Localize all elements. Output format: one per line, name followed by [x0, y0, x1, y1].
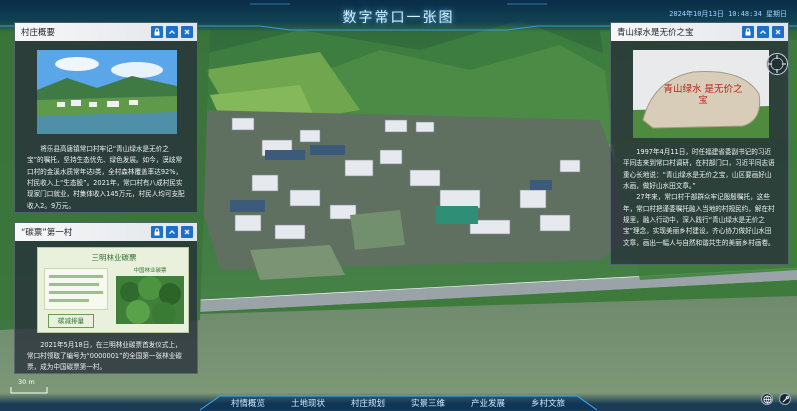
scale-label: 30 m — [18, 378, 35, 386]
panel-title: 青山绿水是无价之宝 — [617, 28, 694, 38]
collapse-button[interactable] — [757, 26, 769, 38]
collapse-button[interactable] — [166, 226, 178, 238]
nav-village-planning[interactable]: 村庄规划 — [338, 397, 398, 411]
village-overview-text: 将乐县高唐镇常口村牢记“青山绿水是无价之宝”的嘱托，坚持生态优先、绿色发展。如今… — [27, 145, 185, 210]
bottom-nav: 村情概览 土地现状 村庄规划 实景三维 产业发展 乡村文旅 — [218, 397, 578, 411]
nav-industry-development[interactable]: 产业发展 — [458, 397, 518, 411]
village-photo — [37, 50, 177, 134]
carbon-ticket-panel: “碳票”第一村 三明林业碳票 中国林业碳票 碳减排量 2021年5月18日，在三… — [14, 222, 198, 374]
panel-body: 1997年4月11日，时任福建省委副书记的习近平同志来到常口村调研，在村部门口，… — [611, 144, 788, 264]
close-button[interactable] — [181, 226, 193, 238]
carbon-ticket-image: 三明林业碳票 中国林业碳票 碳减排量 — [37, 247, 189, 333]
corner-controls — [761, 393, 791, 405]
ticket-subtitle: 中国林业碳票 — [133, 268, 167, 274]
panel-header: 村庄概要 — [15, 23, 197, 41]
history-text-1: 1997年4月11日，时任福建省委副书记的习近平同志来到常口村调研，在村部门口，… — [623, 148, 775, 190]
history-text-2: 27年来，常口村干部群众牢记殷殷嘱托，这些年，常口村把谨委嘱托融入当地的村规民约… — [623, 193, 775, 247]
village-overview-panel: 村庄概要 将乐县高唐镇常口村牢记“青山绿水是无价之宝”的嘱托，坚持生态优先、绿色… — [14, 22, 198, 213]
settings-button[interactable] — [779, 393, 791, 405]
stone-inscription: 青山绿水 是无价之宝 — [663, 84, 743, 107]
tools-icon — [782, 395, 789, 402]
panel-controls — [742, 26, 784, 38]
close-button[interactable] — [181, 26, 193, 38]
green-mountains-panel: 青山绿水是无价之宝 青山绿水 是无价之宝 1997年4月11日，时任福建省委副书… — [610, 22, 789, 265]
panel-header: “碳票”第一村 — [15, 223, 197, 241]
lock-button[interactable] — [151, 226, 163, 238]
chevron-up-icon — [760, 30, 766, 34]
lock-button[interactable] — [151, 26, 163, 38]
scale-bar: 30 m — [10, 378, 48, 399]
lock-icon — [745, 28, 751, 36]
datetime-display: 2024年10月13日 10:48:34 星期日 — [669, 10, 787, 18]
panel-body: 2021年5月18日，在三明林业碳票首发仪式上，常口村领取了编号为“000000… — [15, 337, 197, 373]
close-button[interactable] — [772, 26, 784, 38]
forest-photo — [116, 276, 184, 324]
panel-controls — [151, 26, 193, 38]
panel-title: “碳票”第一村 — [21, 228, 73, 238]
bottom-bar: 村情概览 土地现状 村庄规划 实景三维 产业发展 乡村文旅 — [0, 393, 797, 411]
close-icon — [184, 29, 190, 35]
lock-icon — [154, 28, 160, 36]
ticket-footer: 碳减排量 — [48, 314, 94, 328]
nav-realistic-3d[interactable]: 实景三维 — [398, 397, 458, 411]
collapse-button[interactable] — [166, 26, 178, 38]
panel-title: 村庄概要 — [21, 28, 56, 38]
nav-land-status[interactable]: 土地现状 — [278, 397, 338, 411]
globe-button[interactable] — [761, 393, 773, 405]
compass-icon[interactable] — [765, 52, 789, 76]
carbon-ticket-text: 2021年5月18日，在三明林业碳票首发仪式上，常口村领取了编号为“000000… — [27, 341, 182, 372]
lock-button[interactable] — [742, 26, 754, 38]
chevron-up-icon — [169, 30, 175, 34]
stone-photo: 青山绿水 是无价之宝 — [633, 50, 769, 138]
scale-ruler — [10, 387, 48, 394]
chevron-up-icon — [169, 230, 175, 234]
panel-body: 将乐县高唐镇常口村牢记“青山绿水是无价之宝”的嘱托，坚持生态优先、绿色发展。如今… — [15, 140, 197, 212]
ticket-title: 三明林业碳票 — [91, 253, 137, 262]
globe-icon — [762, 394, 772, 404]
nav-village-overview[interactable]: 村情概览 — [218, 397, 278, 411]
panel-header: 青山绿水是无价之宝 — [611, 23, 788, 41]
close-icon — [775, 29, 781, 35]
nav-rural-tourism[interactable]: 乡村文旅 — [518, 397, 578, 411]
lock-icon — [154, 228, 160, 236]
close-icon — [184, 229, 190, 235]
ticket-text-area — [44, 268, 108, 310]
panel-controls — [151, 226, 193, 238]
